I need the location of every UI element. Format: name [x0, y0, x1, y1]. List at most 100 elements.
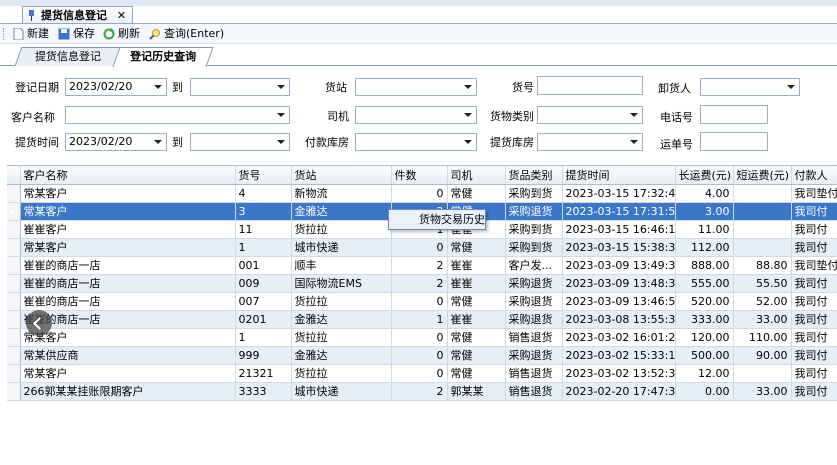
- query-button[interactable]: 查询(Enter): [149, 26, 224, 42]
- phone-input[interactable]: [700, 105, 768, 124]
- table-cell[interactable]: 我司垫付: [791, 184, 837, 203]
- scroll-left-icon[interactable]: [26, 310, 52, 336]
- table-cell[interactable]: 0: [391, 292, 448, 311]
- table-cell[interactable]: 常某客户: [20, 202, 236, 221]
- row-indicator[interactable]: [7, 238, 21, 257]
- table-cell[interactable]: 12.00: [675, 364, 734, 383]
- table-cell[interactable]: 33.00: [733, 310, 792, 329]
- table-cell[interactable]: 货拉拉: [291, 364, 392, 383]
- table-cell[interactable]: 0: [391, 184, 448, 203]
- pickup-warehouse-select[interactable]: [537, 133, 643, 151]
- table-cell[interactable]: 4.00: [675, 184, 734, 203]
- table-row[interactable]: 常某客户 21321 货拉拉 0 常健 销售退货 2023-03-02 13:52:37 12…: [7, 364, 837, 383]
- table-cell[interactable]: 2023-03-02 15:33:13: [562, 346, 676, 365]
- new-button[interactable]: 新建: [12, 26, 49, 42]
- cargo-no-input[interactable]: [537, 76, 643, 95]
- table-cell[interactable]: 2: [391, 256, 448, 275]
- table-cell[interactable]: 3333: [235, 382, 292, 401]
- table-cell[interactable]: 555.00: [675, 274, 734, 293]
- column-header-cargo-no[interactable]: 货号: [235, 166, 292, 185]
- table-cell[interactable]: 333.00: [675, 310, 734, 329]
- table-cell[interactable]: 11: [235, 220, 292, 239]
- table-cell[interactable]: 常健: [447, 328, 506, 347]
- row-indicator[interactable]: [7, 292, 21, 311]
- table-cell[interactable]: 崔崔的商店一店: [20, 292, 236, 311]
- table-cell[interactable]: 1: [235, 328, 292, 347]
- table-cell[interactable]: 112.00: [675, 238, 734, 257]
- close-icon[interactable]: ✕: [117, 7, 126, 24]
- table-cell[interactable]: 采购退货: [505, 274, 563, 293]
- table-cell[interactable]: 销售退货: [505, 328, 563, 347]
- pay-warehouse-select[interactable]: [355, 133, 477, 151]
- table-cell[interactable]: 我司付: [791, 202, 837, 221]
- reg-date-from-picker[interactable]: 2023/02/20: [65, 78, 167, 96]
- table-cell[interactable]: 崔崔客户: [20, 220, 236, 239]
- toolbar-grip[interactable]: [3, 28, 5, 40]
- table-cell[interactable]: [733, 202, 792, 221]
- table-cell[interactable]: 我司付: [791, 238, 837, 257]
- table-row[interactable]: 常某供应商 999 金雅达 0 常健 采购退货 2023-03-02 15:33:13 500…: [7, 346, 837, 365]
- context-menu-item-trade-history[interactable]: 货物交易历史: [419, 213, 485, 226]
- table-cell[interactable]: 城市快递: [291, 382, 392, 401]
- table-cell[interactable]: 90.00: [733, 346, 792, 365]
- column-header-pickup-time[interactable]: 提货时间: [562, 166, 676, 185]
- table-cell[interactable]: 国际物流EMS: [291, 274, 392, 293]
- column-header-cargo-type[interactable]: 货品类别: [505, 166, 563, 185]
- table-cell[interactable]: 500.00: [675, 346, 734, 365]
- table-cell[interactable]: 常某客户: [20, 184, 236, 203]
- table-cell[interactable]: 2023-03-15 15:38:35: [562, 238, 676, 257]
- row-indicator[interactable]: [7, 328, 21, 347]
- driver-select[interactable]: [355, 106, 477, 124]
- table-row[interactable]: 266郭某某挂账限期客户 3333 城市快递 2 郭某某 销售退货 2023-02-20 1…: [7, 382, 837, 401]
- table-cell[interactable]: 我司付: [791, 364, 837, 383]
- row-indicator[interactable]: [7, 256, 21, 275]
- table-row[interactable]: 崔崔的商店一店 009 国际物流EMS 2 崔崔 采购退货 2023-03-09 13:48…: [7, 274, 837, 293]
- row-indicator[interactable]: [7, 364, 21, 383]
- table-cell[interactable]: 2023-03-08 13:55:38: [562, 310, 676, 329]
- table-cell[interactable]: 新物流: [291, 184, 392, 203]
- save-button[interactable]: 保存: [58, 26, 95, 42]
- table-cell[interactable]: 金雅达: [291, 202, 392, 221]
- table-cell[interactable]: 120.00: [675, 328, 734, 347]
- pickup-time-from-picker[interactable]: 2023/02/20: [65, 133, 167, 151]
- table-cell[interactable]: 采购退货: [505, 346, 563, 365]
- table-cell[interactable]: 999: [235, 346, 292, 365]
- table-cell[interactable]: 客户发...: [505, 256, 563, 275]
- table-cell[interactable]: 21321: [235, 364, 292, 383]
- table-cell[interactable]: 2: [391, 274, 448, 293]
- table-cell[interactable]: 常某客户: [20, 364, 236, 383]
- table-cell[interactable]: 0: [391, 238, 448, 257]
- table-cell[interactable]: 我司付: [791, 292, 837, 311]
- table-cell[interactable]: 0: [391, 364, 448, 383]
- table-cell[interactable]: 0.00: [675, 382, 734, 401]
- waybill-input[interactable]: [700, 132, 768, 151]
- table-cell[interactable]: 我司付: [791, 220, 837, 239]
- table-cell[interactable]: 货拉拉: [291, 328, 392, 347]
- row-indicator[interactable]: ▸: [7, 202, 21, 221]
- table-cell[interactable]: 001: [235, 256, 292, 275]
- table-cell[interactable]: 3.00: [675, 202, 734, 221]
- table-cell[interactable]: 266郭某某挂账限期客户: [20, 382, 236, 401]
- tab-registration-history[interactable]: 登记历史查询: [112, 47, 214, 67]
- table-cell[interactable]: 88.80: [733, 256, 792, 275]
- table-cell[interactable]: [733, 220, 792, 239]
- table-cell[interactable]: 2023-03-15 17:32:42: [562, 184, 676, 203]
- column-header-long-freight[interactable]: 长运费(元): [675, 166, 734, 185]
- table-cell[interactable]: 常健: [447, 184, 506, 203]
- row-indicator[interactable]: [7, 310, 21, 329]
- table-cell[interactable]: 崔崔的商店一店: [20, 274, 236, 293]
- table-cell[interactable]: 崔崔: [447, 274, 506, 293]
- table-cell[interactable]: 2023-03-09 13:49:30: [562, 256, 676, 275]
- table-cell[interactable]: 007: [235, 292, 292, 311]
- table-cell[interactable]: 我司付: [791, 310, 837, 329]
- table-cell[interactable]: 2023-03-09 13:48:34: [562, 274, 676, 293]
- table-cell[interactable]: 009: [235, 274, 292, 293]
- table-cell[interactable]: 常某供应商: [20, 346, 236, 365]
- table-cell[interactable]: 3: [235, 202, 292, 221]
- table-cell[interactable]: 我司付: [791, 346, 837, 365]
- column-header-customer[interactable]: 客户名称: [20, 166, 236, 185]
- table-cell[interactable]: 顺丰: [291, 256, 392, 275]
- table-row[interactable]: 崔崔的商店一店 007 货拉拉 0 常健 采购退货 2023-03-09 13:46:54 5…: [7, 292, 837, 311]
- column-header-short-freight[interactable]: 短运费(元): [733, 166, 792, 185]
- table-cell[interactable]: 33.00: [733, 382, 792, 401]
